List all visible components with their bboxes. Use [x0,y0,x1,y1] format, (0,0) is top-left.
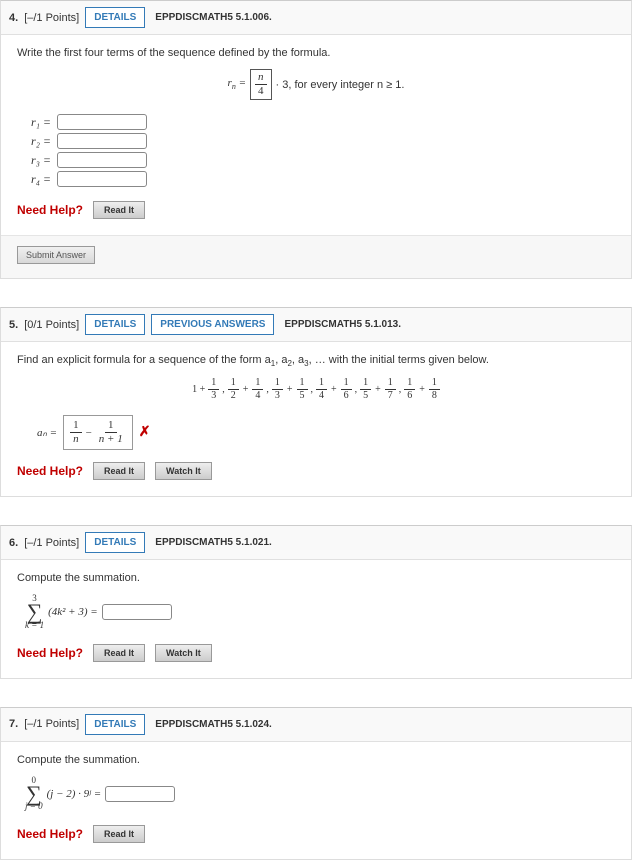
summation-formula: 3 ∑ k = 1 (4k² + 3) = [25,594,615,630]
question-number: 5. [9,319,18,331]
need-help-label: Need Help? [17,203,83,217]
read-it-button[interactable]: Read It [93,825,145,843]
wrong-icon: ✗ [139,424,151,441]
question-points: [–/1 Points] [24,537,79,549]
need-help-row: Need Help? Read It [17,825,615,843]
answer-rows: r₁ = r₂ = r₃ = r₄ = [17,114,615,187]
question-number: 6. [9,537,18,549]
read-it-button[interactable]: Read It [93,644,145,662]
question-body: Write the first four terms of the sequen… [1,35,631,235]
need-help-row: Need Help? Read It Watch It [17,462,615,480]
sigma-icon: ∑ [27,603,43,621]
question-header: 5. [0/1 Points] DETAILS PREVIOUS ANSWERS… [1,308,631,342]
question-number: 7. [9,718,18,730]
formula-definition: rn = n4 · 3, for every integer n ≥ 1. [17,69,615,100]
answer-label: r₄ = [17,172,51,187]
need-help-row: Need Help? Read It Watch It [17,644,615,662]
question-header: 4. [–/1 Points] DETAILS EPPDISCMATH5 5.1… [1,1,631,35]
question-prompt: Compute the summation. [17,754,615,766]
question-body: Find an explicit formula for a sequence … [1,342,631,496]
answer-input-r4[interactable] [57,171,147,187]
read-it-button[interactable]: Read It [93,201,145,219]
need-help-label: Need Help? [17,646,83,660]
answer-input-r1[interactable] [57,114,147,130]
details-button[interactable]: DETAILS [85,7,145,28]
question-points: [–/1 Points] [24,718,79,730]
answer-input[interactable] [102,604,172,620]
question-points: [0/1 Points] [24,319,79,331]
answer-input-r2[interactable] [57,133,147,149]
answer-row: r₄ = [17,171,615,187]
answer-row: r₂ = [17,133,615,149]
question-prompt: Write the first four terms of the sequen… [17,47,615,59]
question-number: 4. [9,12,18,24]
answer-row: r₃ = [17,152,615,168]
question-prompt: Compute the summation. [17,572,615,584]
question-ref: EPPDISCMATH5 5.1.024. [155,719,272,730]
question-header: 7. [–/1 Points] DETAILS EPPDISCMATH5 5.1… [1,708,631,742]
question-5-block: 5. [0/1 Points] DETAILS PREVIOUS ANSWERS… [0,307,632,497]
question-6-block: 6. [–/1 Points] DETAILS EPPDISCMATH5 5.1… [0,525,632,679]
previous-answers-button[interactable]: PREVIOUS ANSWERS [151,314,274,335]
submit-row: Submit Answer [1,235,631,278]
question-points: [–/1 Points] [24,12,79,24]
answer-label: r₁ = [17,115,51,130]
answer-label: r₃ = [17,153,51,168]
submit-answer-button[interactable]: Submit Answer [17,246,95,264]
need-help-label: Need Help? [17,464,83,478]
question-prompt: Find an explicit formula for a sequence … [17,354,615,368]
summation-formula: 0 ∑ j = 0 (j − 2) · 9ʲ = [25,776,615,812]
question-ref: EPPDISCMATH5 5.1.013. [284,319,401,330]
read-it-button[interactable]: Read It [93,462,145,480]
question-header: 6. [–/1 Points] DETAILS EPPDISCMATH5 5.1… [1,526,631,560]
answer-input-r3[interactable] [57,152,147,168]
student-answer: aₙ = 1n − 1n + 1 ✗ [37,415,615,450]
question-body: Compute the summation. 3 ∑ k = 1 (4k² + … [1,560,631,678]
question-7-block: 7. [–/1 Points] DETAILS EPPDISCMATH5 5.1… [0,707,632,860]
details-button[interactable]: DETAILS [85,532,145,553]
sigma-icon: ∑ [26,785,42,803]
answer-label: r₂ = [17,134,51,149]
answer-row: r₁ = [17,114,615,130]
watch-it-button[interactable]: Watch It [155,462,212,480]
series-formula: 1 + 13, 12+ 14, 13+ 15, 14+ 16, 15+ 17, … [17,378,615,401]
details-button[interactable]: DETAILS [85,714,145,735]
question-4-block: 4. [–/1 Points] DETAILS EPPDISCMATH5 5.1… [0,0,632,279]
question-ref: EPPDISCMATH5 5.1.006. [155,12,272,23]
details-button[interactable]: DETAILS [85,314,145,335]
answer-input[interactable] [105,786,175,802]
watch-it-button[interactable]: Watch It [155,644,212,662]
need-help-row: Need Help? Read It [17,201,615,219]
need-help-label: Need Help? [17,827,83,841]
question-ref: EPPDISCMATH5 5.1.021. [155,537,272,548]
question-body: Compute the summation. 0 ∑ j = 0 (j − 2)… [1,742,631,860]
